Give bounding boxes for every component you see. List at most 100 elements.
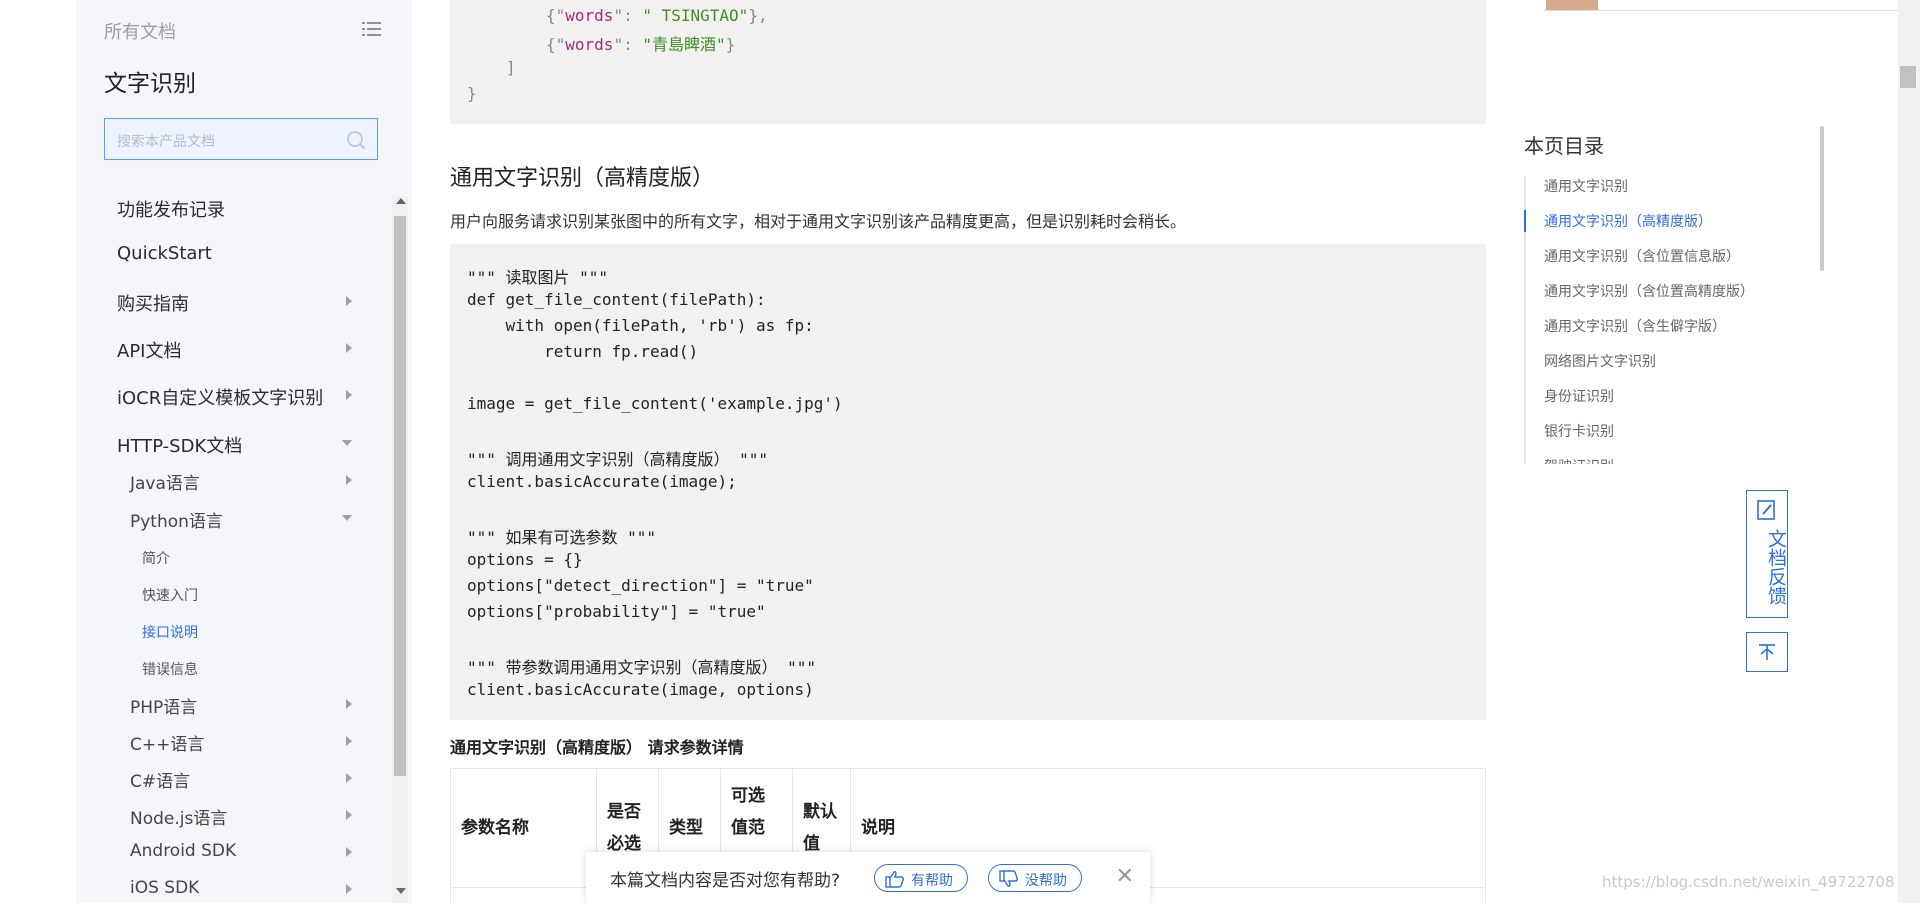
toc-item-active[interactable]: 通用文字识别（高精度版） [1544,211,1712,231]
nav-label: iOS SDK [130,878,200,898]
table-header-param-name: 参数名称 [451,769,597,887]
thumbs-down-icon [999,870,1019,887]
toc-active-indicator [1524,210,1526,232]
search-icon[interactable] [345,129,367,151]
nav-item-cpp[interactable]: C++语言 [76,724,376,758]
sidebar: 所有文档 文字识别 搜索本产品文档 功能发布记录 QuickStart 购买指南… [76,0,412,903]
helpfulness-popup: 本篇文档内容是否对您有帮助? 有帮助 没帮助 ✕ [586,852,1150,903]
code-line: {"words": " TSINGTAO"}, [546,6,768,25]
page-scrollbar-thumb[interactable] [1900,66,1916,88]
code-line: """ 带参数调用通用文字识别（高精度版） """ [467,658,817,677]
helpful-label: 有帮助 [911,873,953,889]
nav-item-api-reference[interactable]: 接口说明 [76,614,376,648]
chevron-right-icon [346,390,352,400]
nav-label: Python语言 [130,512,223,532]
toc-item[interactable]: 银行卡识别 [1544,421,1614,441]
list-menu-icon[interactable] [362,20,382,38]
nav-label: 功能发布记录 [117,200,225,221]
nav-item-python[interactable]: Python语言 [76,501,376,535]
back-to-top-icon [1759,644,1775,660]
thumbnail-image [1546,0,1598,10]
feedback-label: 文档反馈 [1765,529,1787,605]
section-title: 通用文字识别（高精度版） [450,166,715,191]
chevron-down-icon [342,440,352,446]
nav-item-csharp[interactable]: C#语言 [76,761,376,795]
chevron-down-icon [342,515,352,521]
toc-item[interactable]: 身份证识别 [1544,386,1614,406]
table-of-contents: 通用文字识别 通用文字识别（高精度版） 通用文字识别（含位置信息版） 通用文字识… [1524,172,1814,464]
code-line: client.basicAccurate(image, options) [467,680,814,699]
code-line: def get_file_content(filePath): [467,290,766,309]
back-to-top-button[interactable] [1746,632,1788,672]
code-line: image = get_file_content('example.jpg') [467,394,843,413]
page-scrollbar[interactable] [1898,0,1920,903]
section-description: 用户向服务请求识别某张图中的所有文字，相对于通用文字识别该产品精度更高，但是识别… [450,212,1187,231]
chevron-right-icon [346,810,352,820]
toc-item[interactable]: 通用文字识别（含位置高精度版） [1544,281,1754,301]
json-response-code-block: {"words": " TSINGTAO"}, {"words": "青島睥酒"… [450,0,1486,124]
nav-item-api-docs[interactable]: API文档 [76,331,376,365]
nav-item-android-sdk[interactable]: Android SDK [76,835,376,869]
doc-search-input[interactable]: 搜索本产品文档 [104,118,378,160]
nav-label: iOCR自定义模板文字识别 [117,388,324,409]
nav-item-ios-sdk[interactable]: iOS SDK [76,872,376,903]
toc-item[interactable]: 驾驶证识别 [1544,456,1614,464]
chevron-right-icon [346,773,352,783]
product-title: 文字识别 [104,71,196,97]
close-icon[interactable]: ✕ [1116,864,1134,889]
nav-label: Node.js语言 [130,809,228,829]
helpful-button[interactable]: 有帮助 [874,864,968,892]
chevron-right-icon [346,736,352,746]
chevron-right-icon [346,847,352,857]
toc-item[interactable]: 通用文字识别 [1544,176,1628,196]
nav-item-java[interactable]: Java语言 [76,463,376,497]
nav-item-quick-start[interactable]: 快速入门 [76,577,376,611]
sidebar-scrollbar-thumb[interactable] [394,216,406,776]
all-docs-link[interactable]: 所有文档 [104,18,176,44]
nav-item-purchase-guide[interactable]: 购买指南 [76,284,376,318]
helpfulness-question: 本篇文档内容是否对您有帮助? [610,871,841,891]
nav-item-error-info[interactable]: 错误信息 [76,651,376,685]
code-line: ] [506,58,516,77]
code-line: with open(filePath, 'rb') as fp: [467,316,814,335]
scroll-down-arrow-icon[interactable] [396,888,406,894]
nav-item-intro[interactable]: 简介 [76,540,376,574]
nav-label: 错误信息 [142,662,198,678]
code-line: """ 调用通用文字识别（高精度版） """ [467,450,769,469]
chevron-right-icon [346,296,352,306]
not-helpful-button[interactable]: 没帮助 [988,864,1082,892]
nav-label: HTTP-SDK文档 [117,436,243,457]
nav-item-release-notes[interactable]: 功能发布记录 [76,190,376,224]
toc-item[interactable]: 通用文字识别（含位置信息版） [1544,246,1740,266]
nav-label: C#语言 [130,772,191,792]
not-helpful-label: 没帮助 [1025,873,1067,889]
chevron-right-icon [346,475,352,485]
code-line: client.basicAccurate(image); [467,472,737,491]
code-line: {"words": "青島睥酒"} [546,35,736,54]
code-line: """ 如果有可选参数 """ [467,528,657,547]
nav-label: PHP语言 [130,698,198,718]
nav-item-quickstart[interactable]: QuickStart [76,237,376,271]
code-line: """ 读取图片 """ [467,268,609,287]
search-placeholder: 搜索本产品文档 [117,134,215,150]
nav-item-iocr[interactable]: iOCR自定义模板文字识别 [76,378,376,412]
nav-label: 简介 [142,551,170,567]
toc-scrollbar[interactable] [1820,126,1824,271]
doc-feedback-button[interactable]: 文档反馈 [1746,490,1788,618]
code-line: } [467,84,477,103]
top-card-strip [1544,0,1904,11]
edit-icon [1757,500,1775,520]
nav-item-http-sdk[interactable]: HTTP-SDK文档 [76,426,376,460]
chevron-right-icon [346,343,352,353]
nav-label: 接口说明 [142,625,198,641]
toc-item[interactable]: 网络图片文字识别 [1544,351,1656,371]
code-line: options = {} [467,550,583,569]
nav-label: QuickStart [117,243,212,264]
nav-label: 快速入门 [142,588,198,604]
code-line: options["detect_direction"] = "true" [467,576,814,595]
thumbs-up-icon [885,871,905,888]
nav-item-nodejs[interactable]: Node.js语言 [76,798,376,832]
toc-item[interactable]: 通用文字识别（含生僻字版） [1544,316,1726,336]
scroll-up-arrow-icon[interactable] [396,198,406,204]
nav-item-php[interactable]: PHP语言 [76,687,376,721]
